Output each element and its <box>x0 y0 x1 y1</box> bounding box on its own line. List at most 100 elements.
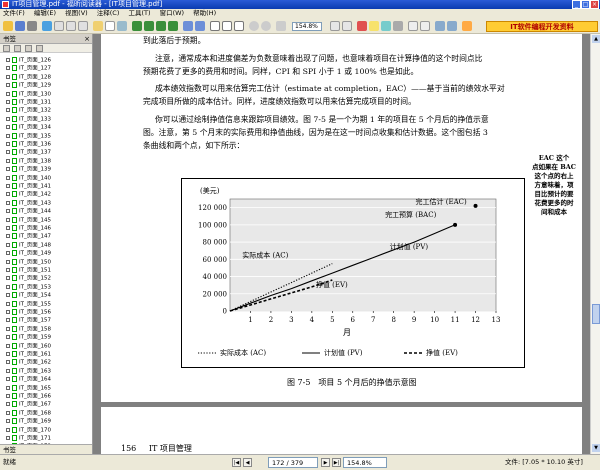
next-page-button[interactable]: ▶ <box>321 458 330 467</box>
expand-icon[interactable] <box>6 125 10 130</box>
fit-width-icon[interactable] <box>234 21 244 31</box>
bookmark-item[interactable]: IT_页面_154 <box>6 292 51 299</box>
expand-icon[interactable] <box>6 427 10 432</box>
bookmark-item[interactable]: IT_页面_131 <box>6 99 51 106</box>
close-button[interactable]: × <box>590 0 599 9</box>
expand-icon[interactable] <box>6 251 10 256</box>
ad-banner[interactable]: IT软件编程开发资料 <box>486 21 598 32</box>
bookmark-item[interactable]: IT_页面_163 <box>6 367 51 375</box>
vertical-scrollbar[interactable]: ▲ ▼ <box>590 34 600 454</box>
bookmark-item[interactable]: IT_页面_138 <box>6 157 51 165</box>
expand-all-icon[interactable] <box>3 45 10 52</box>
last-page-icon[interactable] <box>168 21 178 31</box>
close-icon[interactable]: × <box>84 34 90 44</box>
bookmark-item[interactable]: IT_页面_139 <box>6 166 51 173</box>
bookmark-tab[interactable]: 书签 <box>0 444 92 454</box>
fullscreen-icon[interactable] <box>435 21 445 31</box>
bookmark-item[interactable]: IT_页面_145 <box>6 216 51 224</box>
bookmark-item[interactable]: IT_页面_141 <box>6 183 51 190</box>
expand-icon[interactable] <box>6 352 10 356</box>
bookmark-item[interactable]: IT_页面_140 <box>6 174 51 182</box>
expand-icon[interactable] <box>6 83 10 88</box>
expand-icon[interactable] <box>6 318 10 323</box>
expand-icon[interactable] <box>6 368 10 373</box>
find-next-icon[interactable] <box>420 21 430 31</box>
print-icon[interactable] <box>27 21 37 31</box>
prev-page-button[interactable]: ◀ <box>243 458 252 467</box>
prev-page-icon[interactable] <box>144 21 154 31</box>
expand-icon[interactable] <box>6 284 10 289</box>
expand-icon[interactable] <box>6 301 10 306</box>
first-page-button[interactable]: |◀ <box>232 458 241 467</box>
bookmark-item[interactable]: IT_页面_156 <box>6 309 51 316</box>
bookmark-item[interactable]: IT_页面_144 <box>6 208 51 215</box>
actual-size-icon[interactable] <box>210 21 220 31</box>
highlight-icon[interactable] <box>381 21 391 31</box>
bookmark-item[interactable]: IT_页面_167 <box>6 401 51 408</box>
bookmark-item[interactable]: IT_页面_164 <box>6 376 51 383</box>
bookmark-item[interactable]: IT_页面_162 <box>6 359 51 366</box>
delete-bookmark-icon[interactable] <box>25 45 32 52</box>
expand-icon[interactable] <box>6 242 10 247</box>
minimize-button[interactable]: _ <box>572 0 581 9</box>
expand-icon[interactable] <box>6 410 10 415</box>
expand-icon[interactable] <box>6 419 10 424</box>
search-icon[interactable] <box>408 21 418 31</box>
page-number-input[interactable]: 172 / 379 <box>268 457 318 468</box>
bookmark-item[interactable]: IT_页面_127 <box>6 65 51 72</box>
bookmark-item[interactable]: IT_页面_168 <box>6 409 51 417</box>
bookmark-item[interactable]: IT_页面_153 <box>6 283 51 291</box>
bookmark-item[interactable]: IT_页面_160 <box>6 342 51 350</box>
expand-icon[interactable] <box>6 217 10 222</box>
rotate-right-icon[interactable] <box>342 21 352 31</box>
bookmark-item[interactable]: IT_页面_134 <box>6 124 51 131</box>
expand-icon[interactable] <box>6 58 10 62</box>
status-zoom[interactable]: 154.8% <box>343 457 387 468</box>
zoom-out-icon[interactable] <box>249 21 259 31</box>
expand-icon[interactable] <box>6 385 10 390</box>
expand-icon[interactable] <box>6 91 10 96</box>
bookmark-item[interactable]: IT_页面_171 <box>6 435 51 442</box>
select-text-icon[interactable] <box>105 21 115 31</box>
expand-icon[interactable] <box>6 259 10 264</box>
menu-comment[interactable]: 注释(C) <box>97 9 120 17</box>
back-icon[interactable] <box>183 21 193 31</box>
bookmark-item[interactable]: IT_页面_142 <box>6 191 51 198</box>
bookmark-item[interactable]: IT_页面_148 <box>6 241 51 249</box>
menu-view[interactable]: 视图(V) <box>65 9 88 17</box>
bookmark-item[interactable]: IT_页面_152 <box>6 275 51 282</box>
forward-icon[interactable] <box>195 21 205 31</box>
hand-tool-icon[interactable] <box>93 21 103 31</box>
bookmark-item[interactable]: IT_页面_130 <box>6 90 51 98</box>
expand-icon[interactable] <box>6 326 10 331</box>
bookmark-item[interactable]: IT_页面_161 <box>6 351 51 358</box>
bookmark-item[interactable]: IT_页面_169 <box>6 418 51 425</box>
bookmark-item[interactable]: IT_页面_159 <box>6 334 51 341</box>
expand-icon[interactable] <box>6 234 10 239</box>
bookmark-item[interactable]: IT_页面_157 <box>6 317 51 324</box>
zoom-select[interactable]: 154.8% <box>292 22 322 31</box>
bookmark-item[interactable]: IT_页面_126 <box>6 57 51 64</box>
expand-icon[interactable] <box>6 335 10 340</box>
typewriter-icon[interactable] <box>393 21 403 31</box>
expand-icon[interactable] <box>6 268 10 272</box>
expand-icon[interactable] <box>6 142 10 146</box>
annotate-icon[interactable] <box>357 21 367 31</box>
last-page-button[interactable]: ▶| <box>332 458 341 467</box>
bookmark-item[interactable]: IT_页面_137 <box>6 149 51 156</box>
expand-icon[interactable] <box>6 343 10 348</box>
expand-icon[interactable] <box>6 394 10 398</box>
expand-icon[interactable] <box>6 209 10 214</box>
zoom-in-icon[interactable] <box>261 21 271 31</box>
expand-icon[interactable] <box>6 133 10 138</box>
bookmark-item[interactable]: IT_页面_170 <box>6 426 51 434</box>
save-icon[interactable] <box>15 21 25 31</box>
bookmark-item[interactable]: IT_页面_146 <box>6 225 51 232</box>
expand-icon[interactable] <box>6 192 10 197</box>
expand-icon[interactable] <box>6 310 10 314</box>
bookmark-item[interactable]: IT_页面_147 <box>6 233 51 240</box>
open-icon[interactable] <box>3 21 13 31</box>
menu-help[interactable]: 帮助(H) <box>193 9 216 17</box>
expand-icon[interactable] <box>6 402 10 407</box>
scroll-thumb[interactable] <box>592 304 600 324</box>
